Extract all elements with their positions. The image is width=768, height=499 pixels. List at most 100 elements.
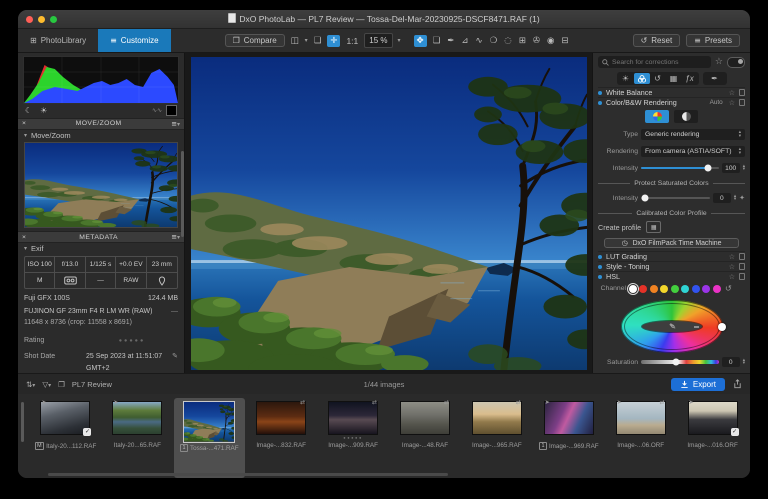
- channel-dot-yellow[interactable]: [660, 285, 668, 293]
- location-pin-icon[interactable]: [147, 273, 177, 288]
- section-style-toning[interactable]: Style - Toning ☆: [598, 261, 745, 271]
- channel-dot-red[interactable]: [639, 285, 647, 293]
- filmstrip-item[interactable]: ⇄ Image-...48.RAF: [390, 398, 461, 478]
- filmstrip-item[interactable]: ➤ Italy-20...65.RAF: [102, 398, 173, 478]
- zoom-1-1-button[interactable]: 1:1: [345, 36, 359, 46]
- export-button[interactable]: Export: [671, 378, 725, 391]
- share-icon[interactable]: [733, 379, 742, 389]
- protect-intensity-slider[interactable]: [641, 197, 710, 199]
- channel-dot-orange[interactable]: [650, 285, 658, 293]
- zoom-dropdown-icon[interactable]: ▾: [398, 37, 401, 44]
- channel-dot-magenta[interactable]: [713, 285, 721, 293]
- reset-button[interactable]: ↺Reset: [633, 34, 681, 47]
- shadow-clipping-icon[interactable]: ☾: [25, 106, 32, 115]
- channel-reset-icon[interactable]: ↺: [725, 284, 732, 293]
- corrections-toggle-switch[interactable]: [727, 57, 745, 68]
- zoom-level-field[interactable]: 15 %: [364, 33, 392, 48]
- intensity-slider[interactable]: [641, 167, 719, 169]
- rating-stars[interactable]: ●●●●●: [119, 338, 146, 344]
- camera-settings-icon[interactable]: [55, 273, 85, 288]
- favorite-star-icon[interactable]: ☆: [729, 273, 735, 281]
- favorite-star-icon[interactable]: ☆: [729, 253, 735, 261]
- type-dropdown[interactable]: Generic rendering▴▾: [641, 129, 745, 140]
- auto-adjust-icon[interactable]: ✦: [739, 194, 745, 202]
- left-panel-scrollbar[interactable]: [181, 151, 184, 237]
- rendering-dropdown[interactable]: From camera (ASTIA/SOFT)▴▾: [641, 146, 745, 157]
- filmstrip-item[interactable]: ➤✓ Image-...016.ORF: [677, 398, 748, 478]
- saturation-stepper[interactable]: ▴▾: [743, 359, 745, 366]
- filmstrip-item[interactable]: ⇄ Image-...832.RAF: [246, 398, 317, 478]
- white-balance-picker-icon[interactable]: ✒: [446, 36, 455, 46]
- section-color-bw-rendering[interactable]: Color/B&W Rendering Auto ☆: [598, 97, 745, 107]
- tab-geometry-icon[interactable]: ↺: [650, 73, 666, 84]
- hand-tool-icon[interactable]: ✥: [414, 35, 427, 47]
- palette-menu-icon[interactable]: ≡▾: [171, 120, 180, 128]
- intensity-value[interactable]: 100: [722, 163, 740, 173]
- grid-overlay-icon[interactable]: ⊞: [518, 36, 527, 46]
- section-lut-grading[interactable]: LUT Grading ☆: [598, 251, 745, 261]
- sort-icon[interactable]: ⇅▾: [26, 380, 35, 389]
- horizon-tool-icon[interactable]: ⊿: [460, 36, 469, 46]
- favorite-star-icon[interactable]: ☆: [729, 99, 735, 107]
- filmstrip-item[interactable]: ⇄ Image-...965.RAF: [461, 398, 532, 478]
- filmstrip-item[interactable]: ➤⇄ Image-...06.ORF: [605, 398, 676, 478]
- tab-customize[interactable]: ≡ Customize: [98, 29, 171, 52]
- edit-date-icon[interactable]: ✎: [172, 352, 178, 360]
- reset-correction-icon[interactable]: [739, 273, 745, 280]
- channel-dot-green[interactable]: [671, 285, 679, 293]
- favorite-star-icon[interactable]: ☆: [729, 263, 735, 271]
- auto-label[interactable]: Auto: [710, 99, 723, 106]
- tab-detail-icon[interactable]: ▦: [666, 73, 682, 84]
- collection-name[interactable]: PL7 Review: [72, 380, 112, 389]
- exif-collapse-row[interactable]: ▾ Exif: [18, 243, 184, 254]
- tab-effects-icon[interactable]: ƒx: [682, 73, 698, 84]
- reset-correction-icon[interactable]: [739, 263, 745, 270]
- navigator-thumbnail[interactable]: [24, 142, 178, 228]
- saturation-value[interactable]: 0: [722, 357, 740, 367]
- filter-icon[interactable]: ▽▾: [42, 380, 51, 389]
- filmstrip-item[interactable]: ➤✓ MItaly-20...112.RAF: [30, 398, 101, 478]
- image-viewer[interactable]: [185, 53, 592, 373]
- saturation-slider[interactable]: [641, 360, 719, 364]
- channel-dot-white[interactable]: [629, 285, 637, 293]
- section-white-balance[interactable]: White Balance ☆: [598, 87, 745, 97]
- red-eye-tool-icon[interactable]: ◉: [546, 36, 555, 46]
- channel-dot-blue[interactable]: [692, 285, 700, 293]
- favorite-star-icon[interactable]: ☆: [729, 89, 735, 97]
- movezoom-collapse-row[interactable]: ▾ Move/Zoom: [18, 130, 184, 141]
- protect-intensity-stepper[interactable]: ▴▾: [734, 195, 736, 202]
- search-input[interactable]: [612, 59, 707, 66]
- favorites-filter-icon[interactable]: ☆: [715, 57, 723, 67]
- compare-button[interactable]: ❐Compare: [225, 34, 285, 47]
- section-hsl[interactable]: HSL ☆: [598, 271, 745, 281]
- tab-photolibrary[interactable]: ⊞ PhotoLibrary: [18, 29, 98, 52]
- reset-correction-icon[interactable]: [739, 99, 745, 106]
- channel-dot-purple[interactable]: [702, 285, 710, 293]
- filmpack-time-machine-button[interactable]: ◷ DxO FilmPack Time Machine: [604, 238, 740, 248]
- filmstrip-item[interactable]: ⇄ ●●●●● Image-...909.RAF: [318, 398, 389, 478]
- correction-active-dot[interactable]: [598, 275, 602, 279]
- hue-handle[interactable]: [718, 323, 726, 331]
- correction-active-dot[interactable]: [598, 91, 602, 95]
- hue-wheel[interactable]: ✒: [621, 300, 723, 353]
- frame-tool-icon[interactable]: ⊟: [560, 36, 569, 46]
- tab-color-icon[interactable]: [634, 73, 650, 84]
- local-adjustments-brush-icon[interactable]: ✒: [704, 73, 726, 84]
- presets-button[interactable]: ≡Presets: [686, 34, 740, 47]
- correction-active-dot[interactable]: [598, 255, 602, 259]
- correction-active-dot[interactable]: [598, 101, 602, 105]
- attachment-tool-icon[interactable]: ✇: [532, 36, 541, 46]
- create-profile-button[interactable]: ▦: [646, 221, 661, 233]
- exif-mode[interactable]: M: [25, 273, 55, 288]
- filmstrip-vertical-scrollbar[interactable]: [21, 402, 24, 442]
- reset-correction-icon[interactable]: [739, 253, 745, 260]
- reset-correction-icon[interactable]: [739, 89, 745, 96]
- correction-active-dot[interactable]: [598, 265, 602, 269]
- fit-view-icon[interactable]: ❏: [313, 36, 323, 46]
- view-layout-icon[interactable]: ◫: [290, 36, 300, 46]
- highlight-clipping-icon[interactable]: ☀: [40, 106, 47, 115]
- intensity-stepper[interactable]: ▴▾: [743, 165, 745, 172]
- palette-menu-icon[interactable]: ≡▾: [171, 233, 180, 241]
- item-rating-dots[interactable]: ●●●●●: [343, 435, 363, 440]
- channel-dot-cyan[interactable]: [681, 285, 689, 293]
